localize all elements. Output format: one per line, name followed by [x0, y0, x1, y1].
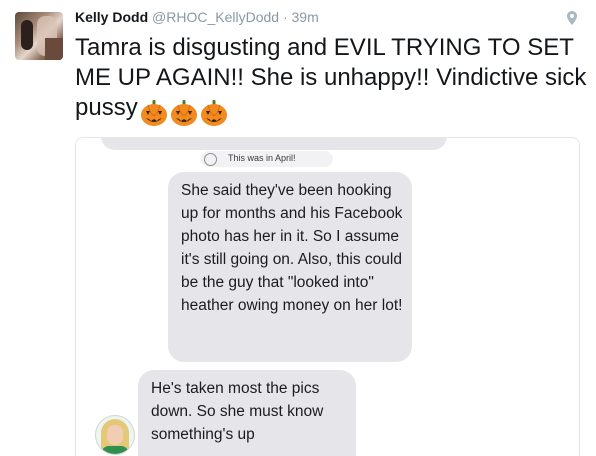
- cropped-message-bubble: [101, 138, 447, 150]
- tweet-header: Kelly Dodd @RHOC_KellyDodd · 39m: [75, 9, 319, 25]
- notice-text: This was in April!: [228, 153, 296, 163]
- emoji-group: [138, 99, 228, 129]
- message-bubble: She said they've been hooking up for mon…: [168, 172, 412, 362]
- jack-o-lantern-icon: [170, 100, 197, 126]
- jack-o-lantern-icon: [200, 100, 227, 126]
- location-pin-icon[interactable]: [567, 11, 577, 25]
- attached-screenshot[interactable]: This was in April! She said they've been…: [75, 137, 580, 456]
- timestamp[interactable]: 39m: [292, 9, 319, 25]
- separator: ·: [282, 9, 288, 25]
- message-notice: This was in April!: [201, 151, 333, 167]
- tweet-text: Tamra is disgusting and EVIL TRYING TO S…: [75, 33, 590, 129]
- user-handle[interactable]: @RHOC_KellyDodd: [152, 9, 279, 25]
- avatar[interactable]: [15, 12, 63, 60]
- message-bubble: He's taken most the pics down. So she mu…: [138, 370, 356, 456]
- sender-avatar: [95, 415, 135, 455]
- jack-o-lantern-icon: [140, 100, 167, 126]
- display-name[interactable]: Kelly Dodd: [75, 9, 148, 25]
- tweet[interactable]: Kelly Dodd @RHOC_KellyDodd · 39m Tamra i…: [0, 0, 596, 456]
- info-icon: [204, 153, 217, 166]
